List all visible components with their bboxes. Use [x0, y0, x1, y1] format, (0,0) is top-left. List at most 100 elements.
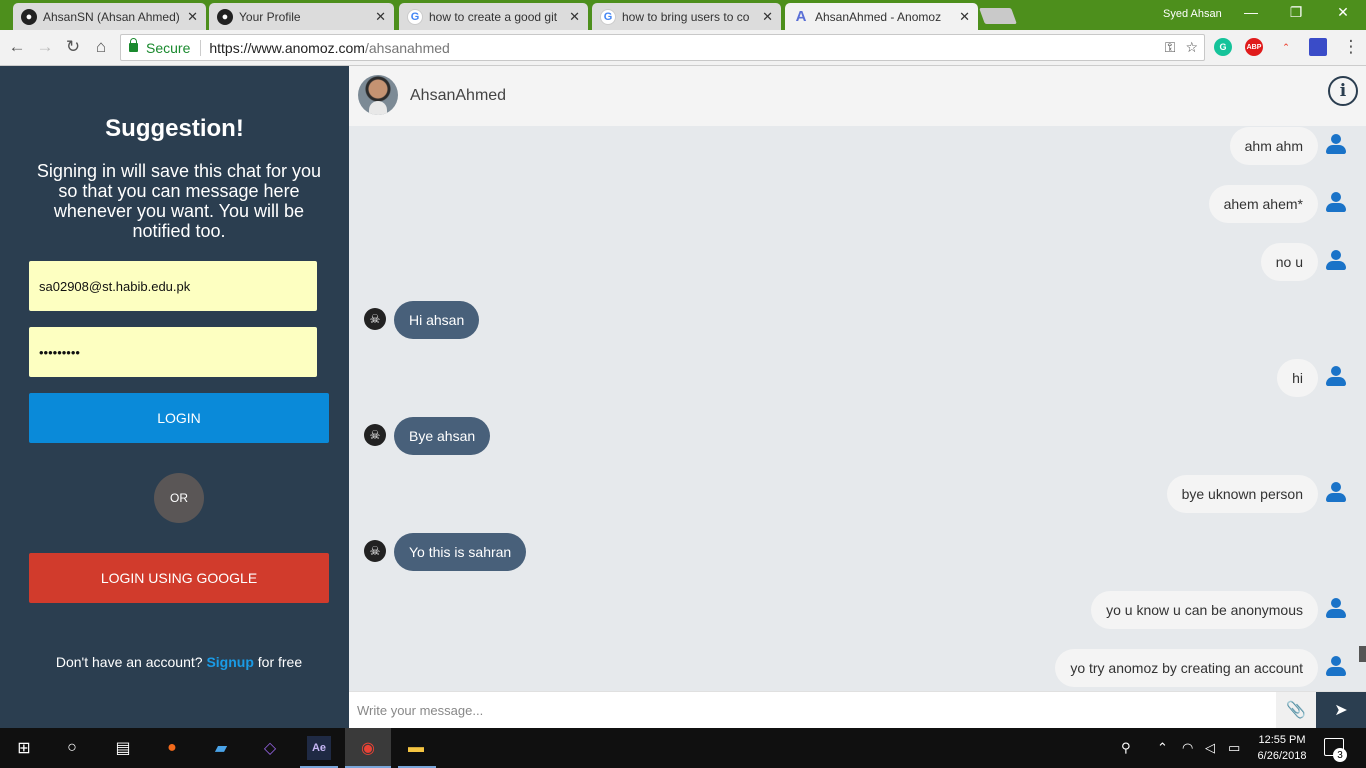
forward-icon[interactable]: →: [34, 37, 56, 57]
adblock-icon[interactable]: ABP: [1245, 38, 1263, 56]
anonymous-avatar-icon: ☠: [364, 308, 386, 330]
github-icon: ●: [21, 8, 37, 25]
signup-prompt: Don't have an account? Signup for free: [0, 654, 358, 670]
anonymous-avatar-icon: ☠: [364, 424, 386, 446]
signup-suffix: for free: [257, 654, 303, 670]
close-window-icon[interactable]: ✕: [1328, 4, 1358, 21]
send-button[interactable]: ➤: [1316, 692, 1366, 728]
browser-tab[interactable]: G how to create a good git ✕: [399, 3, 588, 30]
people-icon[interactable]: ⚲: [1121, 740, 1131, 756]
incoming-message: Yo this is sahran: [394, 533, 527, 571]
new-tab-button[interactable]: [979, 8, 1017, 24]
system-clock[interactable]: 12:55 PM 6/26/2018: [1252, 732, 1312, 764]
volume-icon[interactable]: ◁: [1205, 740, 1215, 756]
suggestion-message: Signing in will save this chat for you s…: [36, 161, 322, 241]
github-icon: ●: [217, 8, 233, 25]
outgoing-message: ahm ahm: [1229, 127, 1318, 165]
browser-tab-active[interactable]: A AhsanAhmed - Anomoz ✕: [785, 3, 978, 30]
outgoing-message: bye uknown person: [1166, 475, 1318, 513]
google-login-button[interactable]: LOGIN USING GOOGLE: [29, 553, 329, 603]
clock-date: 6/26/2018: [1257, 750, 1307, 762]
bookmark-star-icon[interactable]: ☆: [1185, 39, 1198, 56]
battery-icon[interactable]: ▭: [1228, 740, 1240, 756]
anomoz-icon: A: [795, 8, 807, 25]
login-button[interactable]: LOGIN: [29, 393, 329, 443]
outgoing-message: hi: [1277, 359, 1318, 397]
restore-icon[interactable]: ❐: [1281, 4, 1311, 21]
computer-icon[interactable]: ▰: [209, 736, 233, 760]
reload-icon[interactable]: ↻: [62, 37, 84, 57]
chat-messages[interactable]: ahm ahm ahem ahem* no u ☠ Hi ahsan hi ☠ …: [349, 126, 1366, 691]
attach-button[interactable]: 📎: [1276, 692, 1316, 728]
secure-label: Secure: [146, 39, 191, 56]
chat-contact-name[interactable]: AhsanAhmed: [410, 87, 506, 105]
key-icon[interactable]: ⚿: [1165, 39, 1176, 56]
tab-title: AhsanSN (Ahsan Ahmed): [43, 9, 180, 24]
outgoing-message: yo try anomoz by creating an account: [1055, 649, 1318, 687]
message-composer: 📎 ➤: [349, 691, 1366, 728]
paperclip-icon: 📎: [1286, 702, 1306, 719]
user-icon: [1325, 192, 1347, 212]
close-tab-icon[interactable]: ✕: [187, 9, 198, 25]
lock-icon: [129, 38, 138, 52]
address-bar[interactable]: Secure https://www.anomoz.com/ahsanahmed…: [120, 34, 1205, 61]
browser-toolbar: ← → ↻ ⌂ Secure https://www.anomoz.com/ah…: [0, 30, 1366, 66]
extension-icon[interactable]: ⌃: [1277, 38, 1295, 56]
incoming-message: Bye ahsan: [394, 417, 491, 455]
chat-header: AhsanAhmed i: [349, 66, 1366, 126]
user-icon: [1325, 598, 1347, 618]
or-divider: OR: [154, 473, 204, 523]
cortana-icon[interactable]: ○: [60, 736, 84, 760]
close-tab-icon[interactable]: ✕: [569, 9, 580, 25]
outgoing-message: yo u know u can be anonymous: [1091, 591, 1318, 629]
browser-tab[interactable]: ● Your Profile ✕: [209, 3, 394, 30]
anonymous-avatar-icon: ☠: [364, 540, 386, 562]
clock-time: 12:55 PM: [1258, 734, 1306, 746]
back-icon[interactable]: ←: [6, 37, 28, 57]
close-tab-icon[interactable]: ✕: [762, 9, 773, 25]
after-effects-icon[interactable]: Ae: [307, 736, 331, 760]
tab-title: how to create a good git: [429, 9, 558, 24]
user-icon: [1325, 250, 1347, 270]
tab-title: AhsanAhmed - Anomoz: [815, 9, 942, 24]
divider: [200, 39, 202, 56]
task-manager-icon[interactable]: ▤: [111, 736, 135, 760]
url-origin: https://www.anomoz.com: [209, 39, 365, 56]
google-icon: G: [407, 8, 423, 25]
scrollbar-thumb[interactable]: [1359, 646, 1366, 662]
menu-icon[interactable]: ⋮: [1340, 37, 1362, 57]
file-explorer-icon[interactable]: ▬: [404, 736, 428, 760]
google-icon: G: [600, 8, 616, 25]
incoming-message: Hi ahsan: [394, 301, 480, 339]
chrome-icon[interactable]: ◉: [356, 736, 380, 760]
tab-title: Your Profile: [239, 9, 301, 24]
browser-tab[interactable]: ● AhsanSN (Ahsan Ahmed) ✕: [13, 3, 206, 30]
close-tab-icon[interactable]: ✕: [375, 9, 386, 25]
signup-link[interactable]: Signup: [206, 654, 253, 670]
user-icon: [1325, 482, 1347, 502]
message-input[interactable]: [349, 692, 1274, 728]
browser-tab[interactable]: G how to bring users to co ✕: [592, 3, 781, 30]
close-tab-icon[interactable]: ✕: [959, 9, 970, 25]
avatar[interactable]: [358, 75, 398, 115]
minimize-icon[interactable]: —: [1236, 4, 1266, 20]
outgoing-message: no u: [1260, 243, 1318, 281]
home-icon[interactable]: ⌂: [90, 37, 112, 57]
windows-taskbar: ⊞ ○ ▤ ● ▰ ◇ Ae ◉ ▬ ⚲ ⌃ ◠ ◁ ▭ 12:55 PM 6/…: [0, 728, 1366, 768]
chevron-up-icon[interactable]: ⌃: [1157, 740, 1168, 756]
url-path: /ahsanahmed: [364, 39, 450, 56]
wifi-icon[interactable]: ◠: [1182, 740, 1193, 756]
tab-title: how to bring users to co: [622, 9, 750, 24]
user-icon: [1325, 134, 1347, 154]
grammarly-icon[interactable]: G: [1214, 38, 1232, 56]
visual-studio-icon[interactable]: ◇: [258, 736, 282, 760]
firefox-icon[interactable]: ●: [160, 736, 184, 760]
window-user-name[interactable]: Syed Ahsan: [1163, 8, 1222, 20]
windows-start-icon[interactable]: ⊞: [12, 736, 36, 760]
notification-count: 3: [1333, 748, 1347, 762]
signup-prefix: Don't have an account?: [55, 654, 203, 670]
password-field[interactable]: •••••••••: [29, 327, 317, 377]
extension-icon[interactable]: [1309, 38, 1327, 56]
info-icon[interactable]: i: [1328, 76, 1358, 106]
email-field[interactable]: sa02908@st.habib.edu.pk: [29, 261, 317, 311]
